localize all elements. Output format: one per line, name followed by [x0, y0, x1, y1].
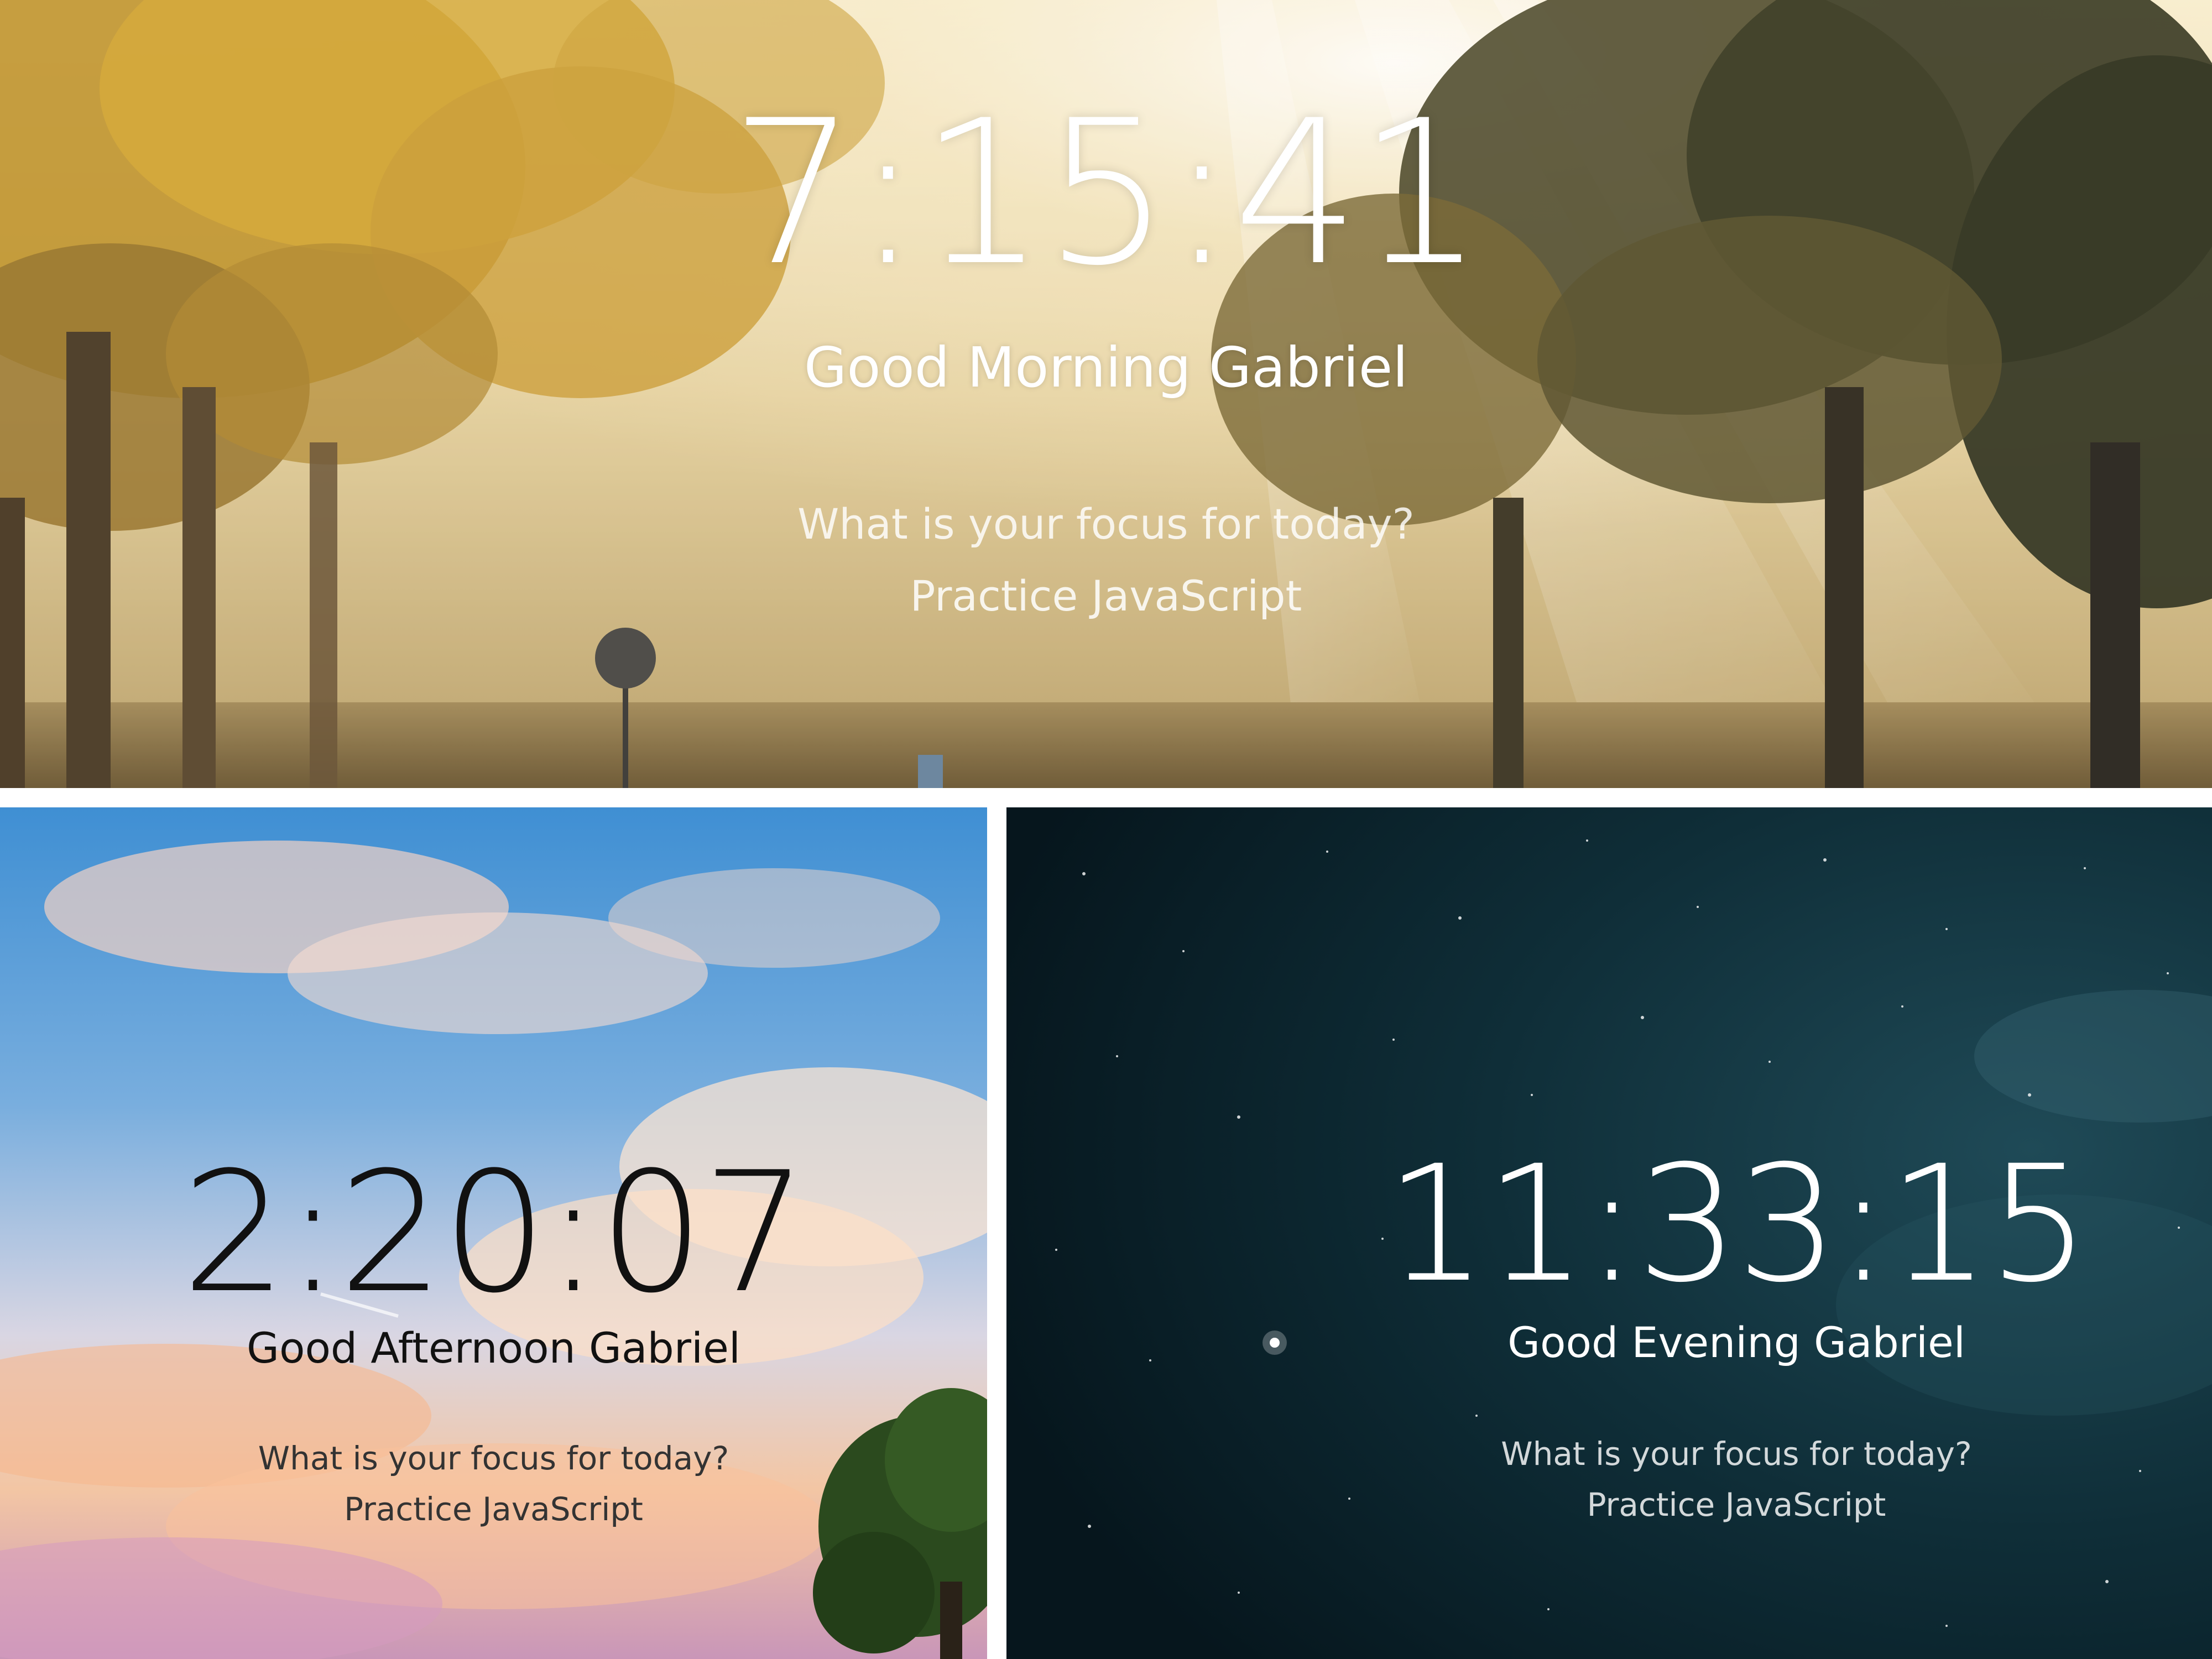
greeting-text: Good Evening Gabriel	[1507, 1318, 1965, 1367]
greeting-text: Good Morning Gabriel	[804, 335, 1408, 400]
greeting-text: Good Afternoon Gabriel	[247, 1323, 740, 1373]
morning-panel: 7:15:41 Good Morning Gabriel What is you…	[0, 0, 2212, 788]
evening-content: 11:33:15 Good Evening Gabriel What is yo…	[1349, 807, 2124, 1659]
focus-input[interactable]: Practice JavaScript	[0, 575, 2212, 617]
afternoon-panel: 2:20:07 Good Afternoon Gabriel What is y…	[0, 807, 987, 1659]
focus-input[interactable]: Practice JavaScript	[0, 1493, 987, 1525]
clock-time: 11:33:15	[1385, 1131, 2090, 1318]
focus-question: What is your focus for today?	[258, 1439, 729, 1477]
focus-input[interactable]: Practice JavaScript	[1349, 1489, 2124, 1521]
focus-question: What is your focus for today?	[797, 499, 1415, 549]
clock-time: 2:20:07	[181, 1136, 808, 1329]
clock-time: 7:15:41	[730, 77, 1484, 309]
focus-question: What is your focus for today?	[1501, 1435, 1972, 1473]
evening-panel: 11:33:15 Good Evening Gabriel What is yo…	[1006, 807, 2212, 1659]
